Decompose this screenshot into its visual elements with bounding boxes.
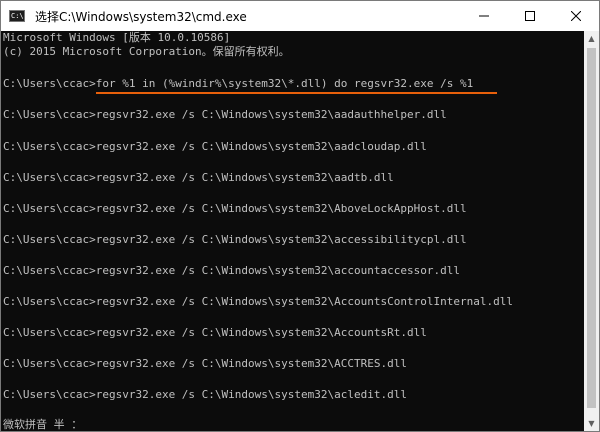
minimize-button[interactable] <box>461 1 507 31</box>
console-output-line: C:\Users\ccac>regsvr32.exe /s C:\Windows… <box>3 295 513 308</box>
maximize-icon <box>525 11 535 21</box>
close-icon <box>571 11 581 21</box>
scroll-thumb[interactable] <box>587 48 596 408</box>
console-output-line: C:\Users\ccac>regsvr32.exe /s C:\Windows… <box>3 388 407 401</box>
maximize-button[interactable] <box>507 1 553 31</box>
console-output-line: C:\Users\ccac>regsvr32.exe /s C:\Windows… <box>3 326 427 339</box>
window-title: 选择C:\Windows\system32\cmd.exe <box>35 9 247 24</box>
console-output[interactable]: Microsoft Windows [版本 10.0.10586] (c) 20… <box>1 31 584 431</box>
console-output-line: C:\Users\ccac>regsvr32.exe /s C:\Windows… <box>3 357 407 370</box>
console-output-line: C:\Users\ccac>regsvr32.exe /s C:\Windows… <box>3 108 447 121</box>
command-highlight-underline <box>96 92 497 94</box>
scroll-up-button[interactable]: ▲ <box>584 31 599 46</box>
console-output-line: C:\Users\ccac>regsvr32.exe /s C:\Windows… <box>3 202 467 215</box>
scroll-up-arrow-icon: ▲ <box>588 34 595 43</box>
cmd-icon[interactable]: C:\ <box>9 10 25 22</box>
window-controls <box>461 1 599 31</box>
console-output-line: C:\Users\ccac>regsvr32.exe /s C:\Windows… <box>3 233 467 246</box>
command-text: for %1 in (%windir%\system32\*.dll) do r… <box>95 77 474 90</box>
console-output-line: C:\Users\ccac>regsvr32.exe /s C:\Windows… <box>3 264 460 277</box>
close-button[interactable] <box>553 1 599 31</box>
command-line: C:\Users\ccac>for %1 in (%windir%\system… <box>3 77 473 91</box>
cmd-window: C:\ 选择C:\Windows\system32\cmd.exe Micros… <box>0 0 600 432</box>
vertical-scrollbar[interactable]: ▲ ▼ <box>584 31 599 431</box>
console-output-line: C:\Users\ccac>regsvr32.exe /s C:\Windows… <box>3 140 427 153</box>
console-header-line: (c) 2015 Microsoft Corporation。保留所有权利。 <box>3 45 290 58</box>
scroll-down-button[interactable]: ▼ <box>584 416 599 431</box>
scroll-down-arrow-icon: ▼ <box>588 419 595 428</box>
console-output-line: C:\Users\ccac>regsvr32.exe /s C:\Windows… <box>3 171 394 184</box>
console-header-line: Microsoft Windows [版本 10.0.10586] <box>3 31 231 44</box>
minimize-icon <box>479 15 489 17</box>
title-bar[interactable]: C:\ 选择C:\Windows\system32\cmd.exe <box>1 1 599 31</box>
prompt: C:\Users\ccac> <box>3 77 96 90</box>
ime-status-bar: 微软拼音 半 ： <box>3 418 83 431</box>
